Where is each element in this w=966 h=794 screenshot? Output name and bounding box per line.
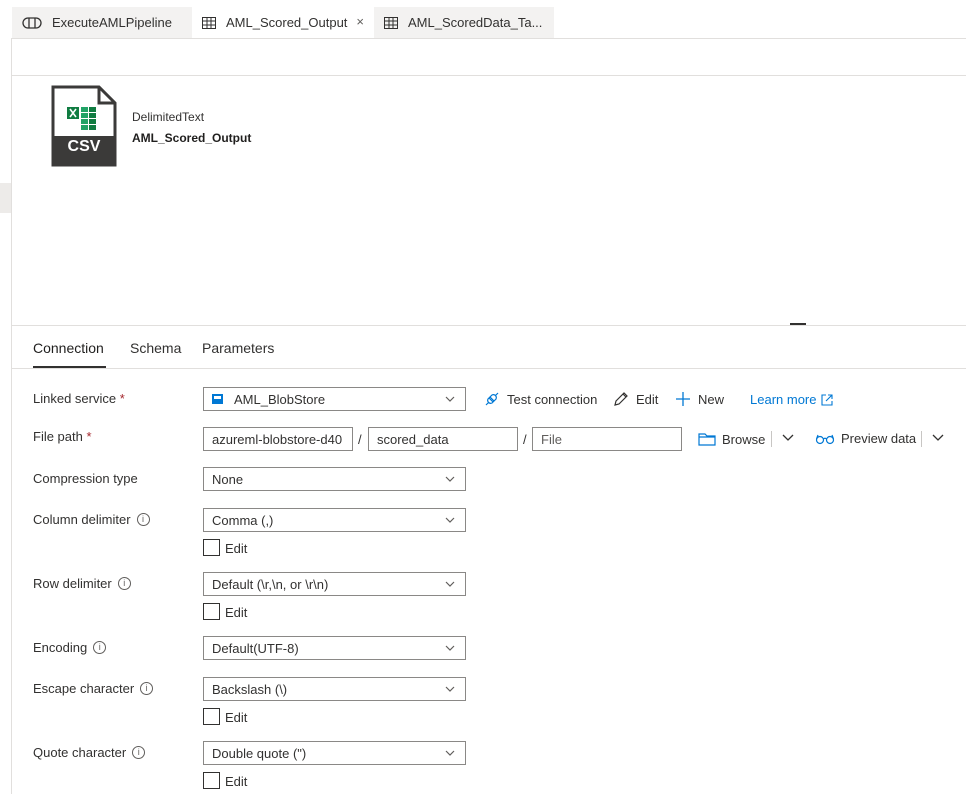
tab-execute-aml-pipeline[interactable]: ExecuteAMLPipeline	[12, 7, 192, 38]
blob-storage-icon	[212, 394, 223, 404]
escape-character-value: Backslash (\)	[212, 681, 288, 697]
button-separator	[921, 431, 922, 447]
glasses-icon	[815, 434, 835, 444]
folder-icon	[698, 433, 716, 446]
info-icon[interactable]: i	[117, 577, 131, 590]
escape-character-dropdown[interactable]: Backslash (\)	[203, 677, 466, 701]
document-tab-bar: ExecuteAMLPipeline AML_Scored_Output × A…	[12, 7, 966, 39]
dataset-type: DelimitedText	[132, 110, 205, 124]
tab-parameters[interactable]: Parameters	[202, 340, 274, 356]
column-delimiter-dropdown[interactable]: Comma (,)	[203, 508, 466, 532]
pencil-icon	[614, 392, 628, 406]
panel-border	[11, 38, 12, 794]
file-input[interactable]: File	[532, 427, 682, 451]
checkbox-label: Edit	[225, 605, 248, 620]
file-path-label: File path *	[33, 429, 92, 444]
quote-character-dropdown[interactable]: Double quote (")	[203, 741, 466, 765]
linked-service-value: AML_BlobStore	[234, 391, 326, 407]
table-icon	[202, 16, 216, 29]
chevron-down-icon	[445, 645, 455, 651]
chevron-down-icon	[445, 581, 455, 587]
dataset-name: AML_Scored_Output	[132, 131, 252, 145]
tab-label: ExecuteAMLPipeline	[52, 15, 172, 30]
escape-character-label: Escape character i	[33, 681, 154, 696]
checkbox-label: Edit	[225, 541, 248, 556]
test-connection-label: Test connection	[507, 391, 598, 407]
test-connection-button[interactable]: Test connection	[483, 390, 597, 408]
encoding-value: Default(UTF-8)	[212, 640, 299, 656]
collapsed-pane-handle[interactable]	[0, 183, 11, 213]
plug-icon	[485, 392, 499, 406]
linked-service-label: Linked service *	[33, 391, 125, 406]
plus-icon	[676, 392, 690, 406]
edit-label: Edit	[636, 391, 659, 407]
path-separator: /	[358, 432, 362, 447]
checkbox-label: Edit	[225, 774, 248, 789]
column-delimiter-label: Column delimiter i	[33, 512, 150, 527]
tab-aml-scoreddata[interactable]: AML_ScoredData_Ta...	[374, 7, 554, 38]
info-icon[interactable]: i	[132, 746, 146, 759]
csv-icon-label: CSV	[67, 138, 101, 155]
quote-character-edit-checkbox[interactable]: Edit	[203, 771, 247, 789]
subtab-divider	[12, 368, 966, 369]
checkbox-box[interactable]	[203, 602, 220, 620]
checkbox-box[interactable]	[203, 707, 220, 725]
external-link-icon	[821, 393, 834, 406]
info-icon[interactable]: i	[136, 513, 150, 526]
chevron-down-icon	[445, 517, 455, 523]
pipeline-icon	[22, 16, 42, 30]
escape-character-edit-checkbox[interactable]: Edit	[203, 707, 247, 725]
chevron-down-icon	[445, 396, 455, 402]
compression-type-label: Compression type	[33, 471, 138, 486]
splitter-handle[interactable]	[790, 323, 806, 325]
new-label: New	[698, 391, 725, 407]
encoding-label: Encoding i	[33, 640, 107, 655]
row-delimiter-label: Row delimiter i	[33, 576, 131, 591]
button-separator	[771, 431, 772, 447]
compression-type-dropdown[interactable]: None	[203, 467, 466, 491]
toolbar-divider	[12, 75, 966, 76]
container-input[interactable]: azureml-blobstore-d40	[203, 427, 353, 451]
learn-more-link[interactable]: Learn more	[750, 392, 834, 407]
row-delimiter-value: Default (\r,\n, or \r\n)	[212, 576, 329, 592]
row-delimiter-edit-checkbox[interactable]: Edit	[203, 602, 247, 620]
close-icon[interactable]: ×	[356, 14, 364, 29]
checkbox-box[interactable]	[203, 771, 220, 789]
preview-data-button[interactable]: Preview data	[815, 431, 916, 446]
tab-label: AML_ScoredData_Ta...	[408, 15, 543, 30]
column-delimiter-value: Comma (,)	[212, 512, 274, 528]
quote-character-label: Quote character i	[33, 745, 146, 760]
column-delimiter-edit-checkbox[interactable]: Edit	[203, 538, 247, 556]
new-linked-service-button[interactable]: New	[674, 390, 724, 408]
chevron-down-icon	[445, 750, 455, 756]
chevron-down-icon[interactable]	[782, 433, 794, 443]
chevron-down-icon	[445, 476, 455, 482]
linked-service-dropdown[interactable]: AML_BlobStore	[203, 387, 466, 411]
directory-input[interactable]: scored_data	[368, 427, 518, 451]
table-icon	[384, 16, 398, 29]
quote-character-value: Double quote (")	[212, 745, 307, 761]
path-separator: /	[523, 432, 527, 447]
encoding-dropdown[interactable]: Default(UTF-8)	[203, 636, 466, 660]
tab-aml-scored-output[interactable]: AML_Scored_Output ×	[192, 7, 374, 38]
checkbox-box[interactable]	[203, 538, 220, 556]
tab-schema[interactable]: Schema	[130, 340, 181, 356]
chevron-down-icon	[445, 686, 455, 692]
preview-data-label: Preview data	[841, 431, 917, 446]
browse-button[interactable]: Browse	[698, 431, 765, 447]
browse-label: Browse	[722, 431, 766, 447]
info-icon[interactable]: i	[93, 641, 107, 654]
edit-linked-service-button[interactable]: Edit	[612, 390, 658, 408]
checkbox-label: Edit	[225, 710, 248, 725]
row-delimiter-dropdown[interactable]: Default (\r,\n, or \r\n)	[203, 572, 466, 596]
info-icon[interactable]: i	[140, 682, 154, 695]
csv-file-icon: CSV	[51, 85, 117, 172]
chevron-down-icon[interactable]	[932, 433, 944, 443]
compression-type-value: None	[212, 471, 244, 487]
tab-label: AML_Scored_Output	[226, 15, 348, 30]
tab-connection[interactable]: Connection	[33, 340, 104, 356]
pane-splitter	[12, 325, 966, 326]
